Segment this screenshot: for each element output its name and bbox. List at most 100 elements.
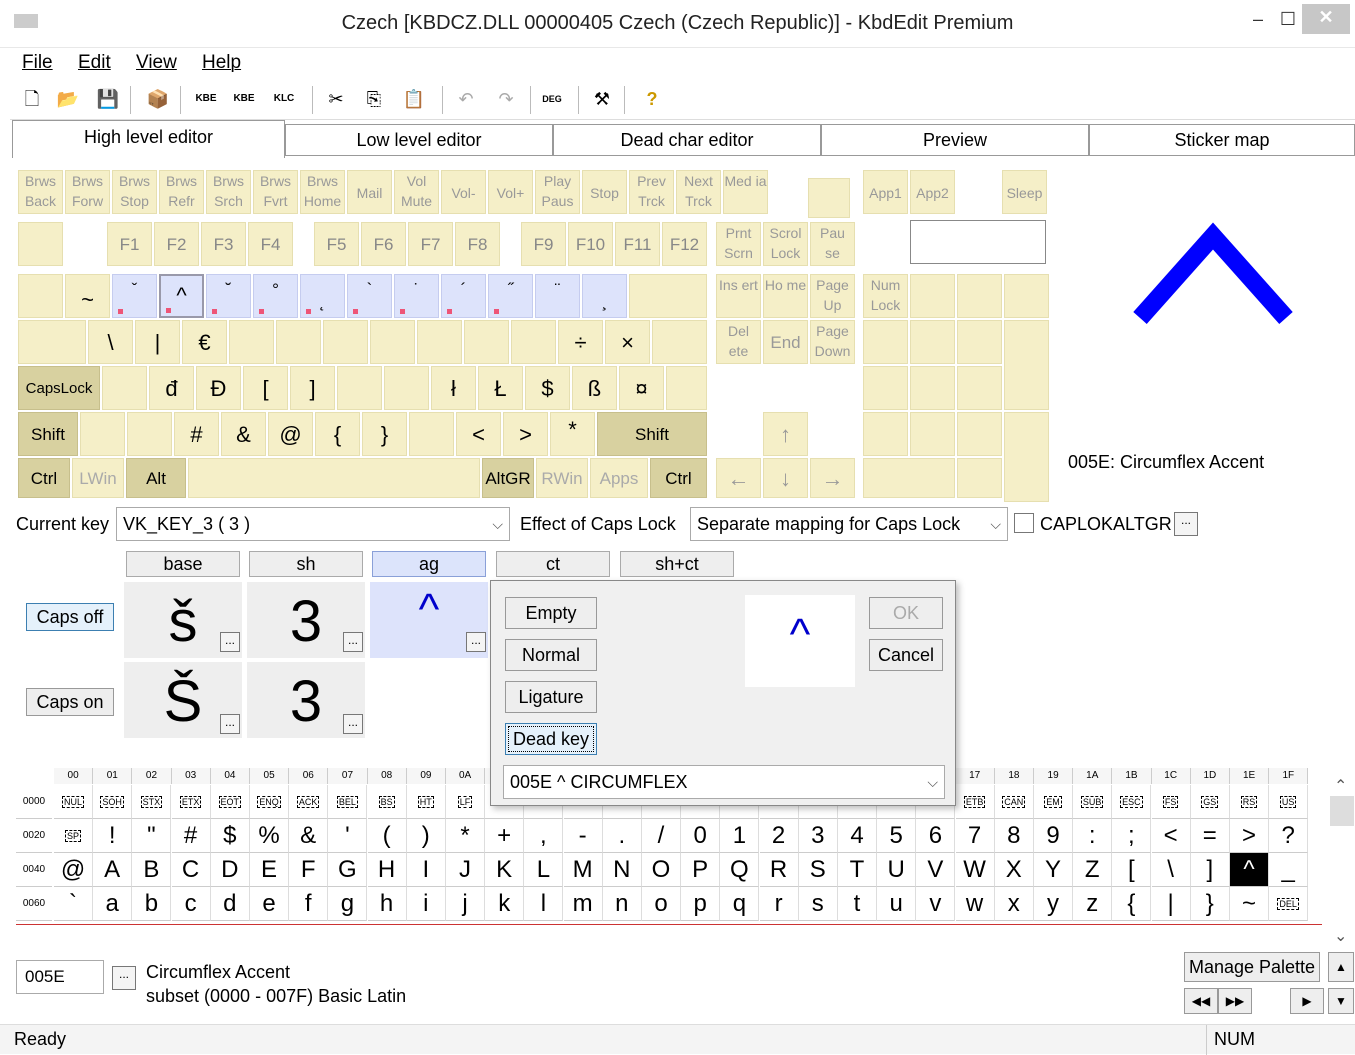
grid-cell[interactable]: SP: [54, 819, 93, 853]
grid-cell[interactable]: .: [602, 819, 642, 853]
redo-icon[interactable]: ↷: [492, 84, 520, 114]
grid-cell[interactable]: r: [759, 887, 799, 921]
grid-cell[interactable]: }: [1190, 887, 1230, 921]
key-0[interactable]: ˝: [488, 274, 533, 318]
key-q[interactable]: \: [88, 320, 133, 364]
palette-first-icon[interactable]: ◀◀: [1184, 988, 1218, 1014]
key-f8[interactable]: F8: [455, 222, 500, 266]
grid-cell[interactable]: EM: [1034, 785, 1073, 819]
key-backslash[interactable]: [652, 320, 707, 364]
grid-cell[interactable]: ,: [524, 819, 564, 853]
grid-cell[interactable]: l: [524, 887, 564, 921]
grid-cell[interactable]: (: [367, 819, 407, 853]
grid-cell[interactable]: E: [250, 853, 289, 887]
key-num-plus[interactable]: [1004, 320, 1049, 410]
key-num-4[interactable]: [863, 366, 908, 410]
grid-cell[interactable]: T: [838, 853, 877, 887]
key-browser-home[interactable]: Brws Home: [300, 170, 345, 214]
grid-cell[interactable]: b: [132, 887, 172, 921]
palette-up-icon[interactable]: ▲: [1328, 952, 1354, 982]
key-num-5[interactable]: [910, 366, 955, 410]
off-base-more-button[interactable]: ...: [220, 632, 240, 652]
key-apps[interactable]: Apps: [590, 458, 648, 498]
key-backspace[interactable]: [629, 274, 707, 318]
key-i[interactable]: [417, 320, 462, 364]
key-k[interactable]: ł: [431, 366, 476, 410]
grid-cell[interactable]: e: [250, 887, 289, 921]
character-select[interactable]: 005E ^ CIRCUMFLEX ⌵: [503, 765, 945, 799]
tab-dead-char-editor[interactable]: Dead char editor: [553, 124, 821, 156]
grid-cell[interactable]: HT: [406, 785, 446, 819]
key-space[interactable]: [188, 458, 480, 498]
grid-cell[interactable]: z: [1073, 887, 1113, 921]
key-bracket-right[interactable]: ×: [605, 320, 650, 364]
key-prev-track[interactable]: Prev Trck: [629, 170, 674, 214]
grid-cell[interactable]: !: [93, 819, 133, 853]
key-c[interactable]: &: [221, 412, 266, 456]
key-p[interactable]: [511, 320, 556, 364]
key-alt[interactable]: Alt: [126, 458, 186, 498]
package-icon[interactable]: 📦: [144, 84, 172, 114]
ok-button[interactable]: OK: [869, 597, 943, 629]
grid-cell[interactable]: L: [524, 853, 564, 887]
grid-cell[interactable]: 9: [1034, 819, 1073, 853]
tab-preview[interactable]: Preview: [821, 124, 1089, 156]
key-volume-up[interactable]: Vol+: [488, 170, 533, 214]
grid-cell[interactable]: [: [1112, 853, 1152, 887]
key-r[interactable]: [229, 320, 274, 364]
grid-cell[interactable]: :: [1073, 819, 1113, 853]
code-input[interactable]: 005E: [16, 960, 104, 994]
grid-cell[interactable]: 0: [681, 819, 721, 853]
key-4[interactable]: ˘: [206, 274, 251, 318]
key-m[interactable]: [409, 412, 454, 456]
grid-cell[interactable]: %: [250, 819, 289, 853]
key-media[interactable]: Med ia: [723, 170, 768, 214]
key-ctrl-right[interactable]: Ctrl: [650, 458, 707, 498]
key-play-pause[interactable]: Play Paus: [535, 170, 580, 214]
key-num-2[interactable]: [910, 412, 955, 456]
key-o[interactable]: [464, 320, 509, 364]
help-icon[interactable]: ?: [638, 84, 666, 114]
grid-cell[interactable]: /: [642, 819, 681, 853]
key-home[interactable]: Ho me: [763, 274, 808, 318]
key-f3[interactable]: F3: [201, 222, 246, 266]
grid-cell[interactable]: m: [563, 887, 603, 921]
manage-palette-button[interactable]: Manage Palette: [1184, 952, 1320, 982]
caps-off-button[interactable]: Caps off: [26, 603, 114, 631]
ligature-button[interactable]: Ligature: [505, 681, 597, 713]
grid-cell[interactable]: 8: [994, 819, 1034, 853]
key-browser-refresh[interactable]: Brws Refr: [159, 170, 204, 214]
key-num-0[interactable]: [863, 458, 955, 498]
key-z[interactable]: [127, 412, 172, 456]
grid-cell[interactable]: B: [132, 853, 172, 887]
grid-cell[interactable]: RS: [1230, 785, 1269, 819]
scroll-up-icon[interactable]: ⌃: [1334, 776, 1347, 796]
key-5[interactable]: °: [253, 274, 298, 318]
grid-cell[interactable]: N: [602, 853, 642, 887]
key-blank[interactable]: [808, 178, 850, 218]
grid-cell[interactable]: H: [367, 853, 407, 887]
grid-cell[interactable]: t: [838, 887, 877, 921]
grid-cell[interactable]: \: [1151, 853, 1191, 887]
key-u[interactable]: [370, 320, 415, 364]
grid-cell[interactable]: Z: [1073, 853, 1113, 887]
on-sh-more-button[interactable]: ...: [343, 714, 363, 734]
grid-cell[interactable]: $: [210, 819, 250, 853]
key-num-enter[interactable]: [1004, 412, 1049, 502]
key-oem102[interactable]: [80, 412, 125, 456]
grid-cell[interactable]: v: [916, 887, 956, 921]
key-f[interactable]: [: [243, 366, 288, 410]
grid-cell[interactable]: V: [916, 853, 956, 887]
key-print-screen[interactable]: Prnt Scrn: [716, 222, 761, 266]
grid-cell[interactable]: CAN: [994, 785, 1034, 819]
key-num-1[interactable]: [863, 412, 908, 456]
grid-cell[interactable]: FS: [1151, 785, 1191, 819]
key-browser-search[interactable]: Brws Srch: [206, 170, 251, 214]
grid-cell[interactable]: n: [602, 887, 642, 921]
grid-cell[interactable]: =: [1190, 819, 1230, 853]
palette-down-icon[interactable]: ▼: [1328, 988, 1354, 1014]
key-f4[interactable]: F4: [248, 222, 293, 266]
key-blank[interactable]: [18, 274, 63, 318]
grid-cell[interactable]: X: [994, 853, 1034, 887]
grid-cell[interactable]: US: [1269, 785, 1309, 819]
